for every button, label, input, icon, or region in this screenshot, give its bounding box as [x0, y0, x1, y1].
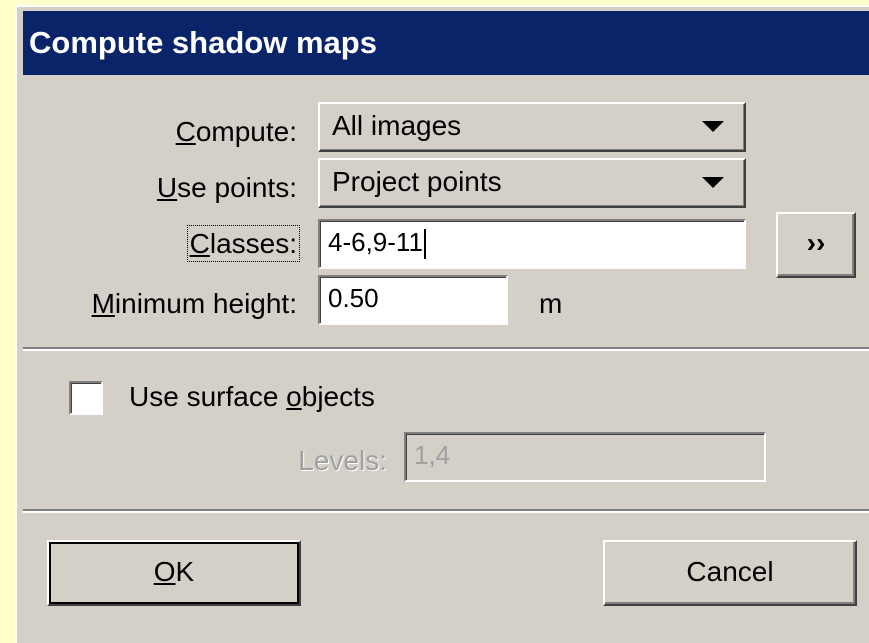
- dialog-title: Compute shadow maps: [23, 11, 869, 75]
- minimum-height-input[interactable]: 0.50: [318, 275, 508, 325]
- levels-input[interactable]: 1,4: [404, 432, 766, 482]
- compute-label: Compute:: [175, 116, 297, 147]
- minimum-height-unit: m: [539, 288, 563, 319]
- use-surface-objects-checkbox[interactable]: [69, 381, 103, 415]
- use-points-dropdown[interactable]: Project points: [318, 158, 746, 208]
- dropdown-arrow-icon[interactable]: [702, 177, 724, 188]
- use-points-value: Project points: [332, 166, 502, 197]
- classes-input[interactable]: 4-6,9-11: [318, 219, 746, 269]
- use-surface-objects-label[interactable]: Use surface objects: [129, 381, 375, 413]
- text-caret: [423, 229, 426, 260]
- compute-dropdown[interactable]: All images: [318, 102, 746, 152]
- levels-label: Levels:: [298, 445, 387, 476]
- cancel-button[interactable]: Cancel: [603, 540, 857, 606]
- ok-button[interactable]: OK: [47, 540, 301, 606]
- separator: [23, 347, 869, 351]
- compute-value: All images: [332, 110, 462, 141]
- dropdown-arrow-icon[interactable]: [702, 121, 724, 132]
- minimum-height-label: Minimum height:: [91, 288, 297, 319]
- classes-label: Classes:: [186, 225, 301, 262]
- use-points-label: Use points:: [156, 172, 297, 203]
- separator: [23, 509, 869, 513]
- compute-shadow-maps-dialog: Compute shadow maps Compute: All images …: [15, 5, 869, 643]
- classes-more-button[interactable]: ››: [776, 212, 856, 278]
